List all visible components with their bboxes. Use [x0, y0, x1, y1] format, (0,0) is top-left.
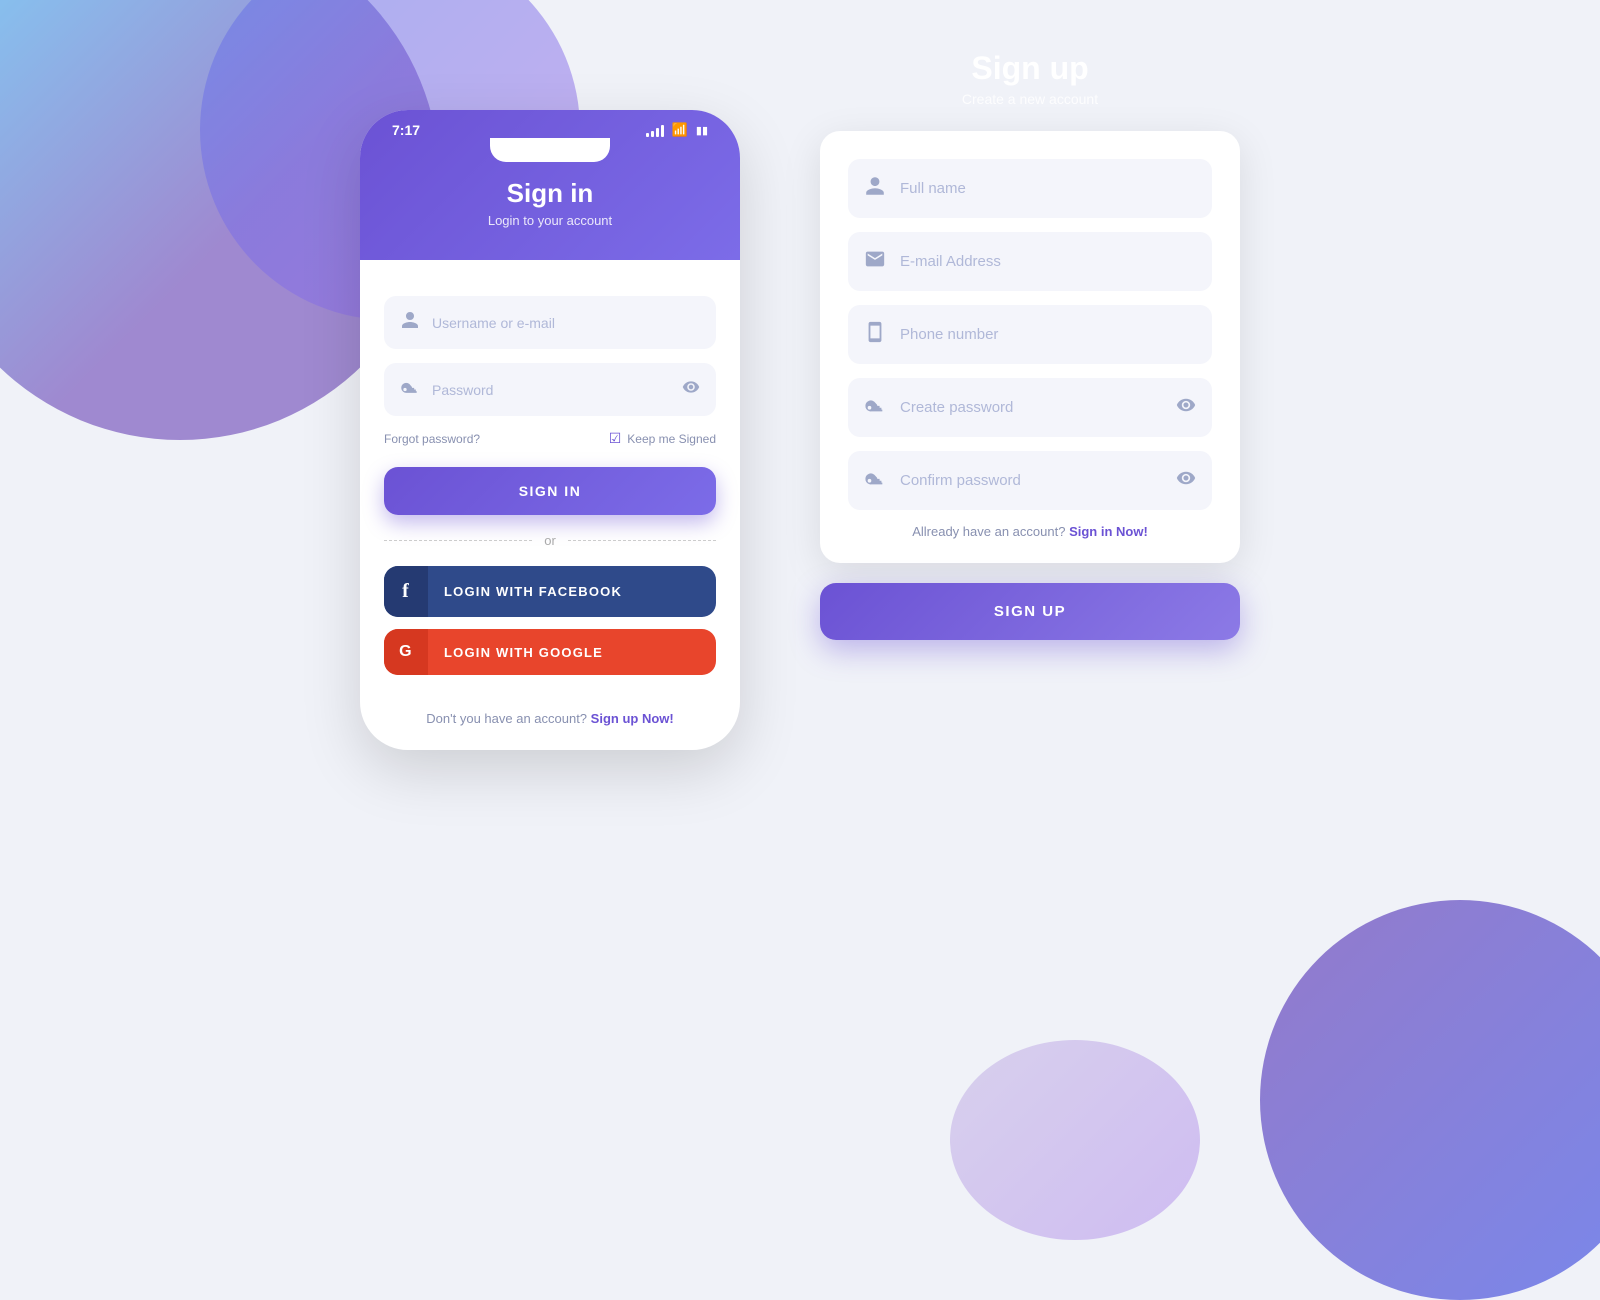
divider-left: [384, 540, 532, 541]
confirm-password-toggle-icon[interactable]: [1176, 468, 1196, 493]
phone-placeholder: Phone number: [900, 326, 1196, 343]
keep-signed-row[interactable]: ☑ Keep me Signed: [609, 430, 716, 447]
signup-title: Sign up: [820, 50, 1240, 87]
signup-header: Sign up Create a new account: [820, 50, 1240, 107]
already-row: Allready have an account? Sign in Now!: [848, 524, 1212, 539]
facebook-button[interactable]: f LOGIN WITH FACEBOOK: [384, 566, 716, 617]
signin-button[interactable]: SIGN IN: [384, 467, 716, 515]
status-time: 7:17: [392, 122, 420, 138]
username-placeholder: Username or e-mail: [432, 315, 700, 331]
google-icon: G: [384, 629, 428, 675]
signup-card: Full name E-mail Address Phone number: [820, 131, 1240, 563]
create-password-key-icon: [864, 394, 886, 421]
username-field[interactable]: Username or e-mail: [384, 296, 716, 349]
phone-body: Username or e-mail Password Forgot passw…: [360, 268, 740, 695]
signal-bars-icon: [646, 123, 664, 137]
forgot-row: Forgot password? ☑ Keep me Signed: [384, 430, 716, 447]
wifi-icon: 📶: [672, 122, 688, 138]
signin-phone-mockup: 7:17 📶 ▮▮ Sign in Login to your account: [360, 110, 740, 750]
confirm-password-key-icon: [864, 467, 886, 494]
confirm-password-placeholder: Confirm password: [900, 472, 1162, 489]
password-placeholder: Password: [432, 382, 670, 398]
facebook-button-label: LOGIN WITH FACEBOOK: [444, 584, 622, 599]
signup-now-link[interactable]: Sign up Now!: [591, 711, 674, 726]
forgot-password-link[interactable]: Forgot password?: [384, 432, 480, 446]
signup-panel: Sign up Create a new account Full name E…: [820, 50, 1240, 640]
page-container: 7:17 📶 ▮▮ Sign in Login to your account: [0, 0, 1600, 1200]
email-placeholder: E-mail Address: [900, 253, 1196, 270]
phone-footer: Don't you have an account? Sign up Now!: [360, 695, 740, 750]
status-icons: 📶 ▮▮: [646, 122, 708, 138]
create-password-placeholder: Create password: [900, 399, 1162, 416]
email-icon: [864, 248, 886, 275]
fullname-field[interactable]: Full name: [848, 159, 1212, 218]
key-icon: [400, 377, 420, 402]
google-button-label: LOGIN WITH GOOGLE: [444, 645, 603, 660]
footer-text: Don't you have an account?: [426, 711, 587, 726]
phone-header: 7:17 📶 ▮▮ Sign in Login to your account: [360, 110, 740, 260]
user-icon: [400, 310, 420, 335]
signup-subtitle: Create a new account: [820, 91, 1240, 107]
password-field[interactable]: Password: [384, 363, 716, 416]
create-password-field[interactable]: Create password: [848, 378, 1212, 437]
divider-text: or: [544, 533, 556, 548]
already-text: Allready have an account?: [912, 524, 1065, 539]
divider-row: or: [384, 533, 716, 548]
create-password-toggle-icon[interactable]: [1176, 395, 1196, 420]
phone-icon: [864, 321, 886, 348]
keep-signed-label: Keep me Signed: [627, 432, 716, 446]
signup-button[interactable]: SIGN UP: [820, 583, 1240, 640]
checkbox-icon: ☑: [609, 430, 622, 447]
phone-notch: [490, 138, 610, 162]
divider-right: [568, 540, 716, 541]
google-button[interactable]: G LOGIN WITH GOOGLE: [384, 629, 716, 675]
password-toggle-icon[interactable]: [682, 378, 700, 401]
phone-field[interactable]: Phone number: [848, 305, 1212, 364]
signin-title: Sign in: [384, 178, 716, 209]
facebook-icon: f: [384, 566, 428, 617]
confirm-password-field[interactable]: Confirm password: [848, 451, 1212, 510]
signin-subtitle: Login to your account: [384, 213, 716, 228]
signin-now-link[interactable]: Sign in Now!: [1069, 524, 1148, 539]
fullname-placeholder: Full name: [900, 180, 1196, 197]
email-field[interactable]: E-mail Address: [848, 232, 1212, 291]
battery-icon: ▮▮: [696, 124, 708, 137]
fullname-user-icon: [864, 175, 886, 202]
